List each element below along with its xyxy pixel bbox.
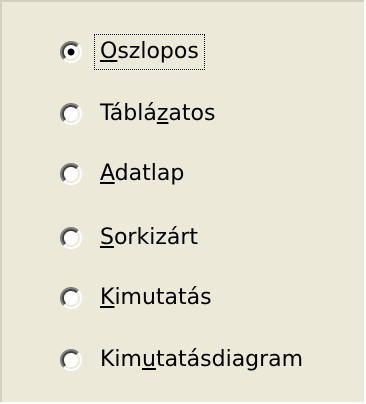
radio-option-kimutatas[interactable]: Kimutatás xyxy=(60,278,216,318)
layout-radio-group: Oszlopos Táblázatos Adatlap Sorkizárt Ki… xyxy=(60,20,360,390)
radio-option-tablazatos[interactable]: Táblázatos xyxy=(60,94,219,134)
radio-label: Oszlopos xyxy=(94,34,205,70)
radio-button-icon[interactable] xyxy=(60,227,82,249)
panel-edge-left xyxy=(0,0,2,404)
accelerator-key: A xyxy=(100,161,115,186)
dialog-panel: Oszlopos Táblázatos Adatlap Sorkizárt Ki… xyxy=(0,0,366,404)
radio-button-icon[interactable] xyxy=(60,103,82,125)
radio-label: Kimutatásdiagram xyxy=(100,347,304,372)
radio-button-icon[interactable] xyxy=(60,349,82,371)
radio-option-kimutatasdiagram[interactable]: Kimutatásdiagram xyxy=(60,340,307,380)
accelerator-key: S xyxy=(100,225,114,250)
radio-selected-dot xyxy=(67,48,75,56)
panel-edge-top xyxy=(0,0,366,2)
accelerator-key: O xyxy=(100,39,118,64)
accelerator-key: z xyxy=(156,101,169,126)
accelerator-key: u xyxy=(141,347,156,372)
accelerator-key: K xyxy=(100,285,115,310)
radio-label: Táblázatos xyxy=(100,101,216,126)
radio-option-sorkizart[interactable]: Sorkizárt xyxy=(60,218,202,258)
radio-label: Sorkizárt xyxy=(100,225,199,250)
radio-button-icon[interactable] xyxy=(60,163,82,185)
radio-option-adatlap[interactable]: Adatlap xyxy=(60,154,188,194)
radio-option-oszlopos[interactable]: Oszlopos xyxy=(60,32,205,72)
radio-label: Kimutatás xyxy=(100,285,212,310)
radio-button-icon[interactable] xyxy=(60,41,82,63)
radio-button-icon[interactable] xyxy=(60,287,82,309)
radio-label: Adatlap xyxy=(100,161,185,186)
